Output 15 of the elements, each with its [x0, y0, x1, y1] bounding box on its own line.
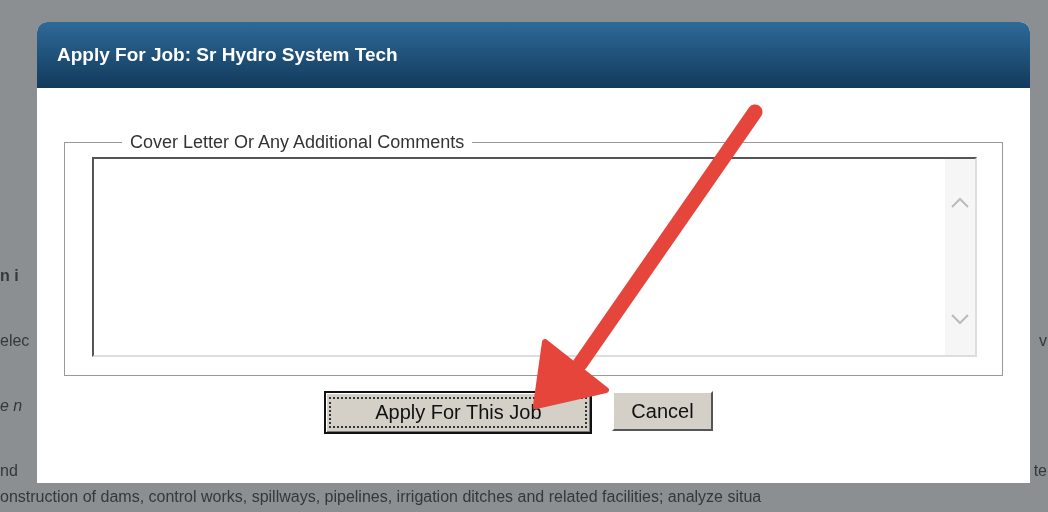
page-text: elec: [0, 332, 30, 351]
dialog-button[interactable]: Apply For This Job: [324, 391, 593, 434]
page-text: n i: [0, 267, 19, 286]
page-text: v: [1039, 332, 1047, 351]
group-legend: Cover Letter Or Any Additional Comments: [122, 132, 473, 153]
page-text: e n: [0, 397, 23, 416]
page-text: nd: [0, 462, 18, 481]
page-text: te: [1033, 462, 1047, 481]
comments-field[interactable]: [92, 157, 977, 357]
scroll-up-icon[interactable]: [950, 197, 970, 209]
dialog-button[interactable]: Cancel: [612, 391, 713, 431]
page-text: onstruction of dams, control works, spillways, pipelines, irrigation ditches and related facilities; analyze situa: [0, 488, 762, 507]
scrollbar[interactable]: [945, 159, 975, 355]
scroll-down-icon[interactable]: [950, 313, 970, 325]
dialog-title: Apply For Job: Sr Hydro System Tech: [37, 22, 1030, 88]
